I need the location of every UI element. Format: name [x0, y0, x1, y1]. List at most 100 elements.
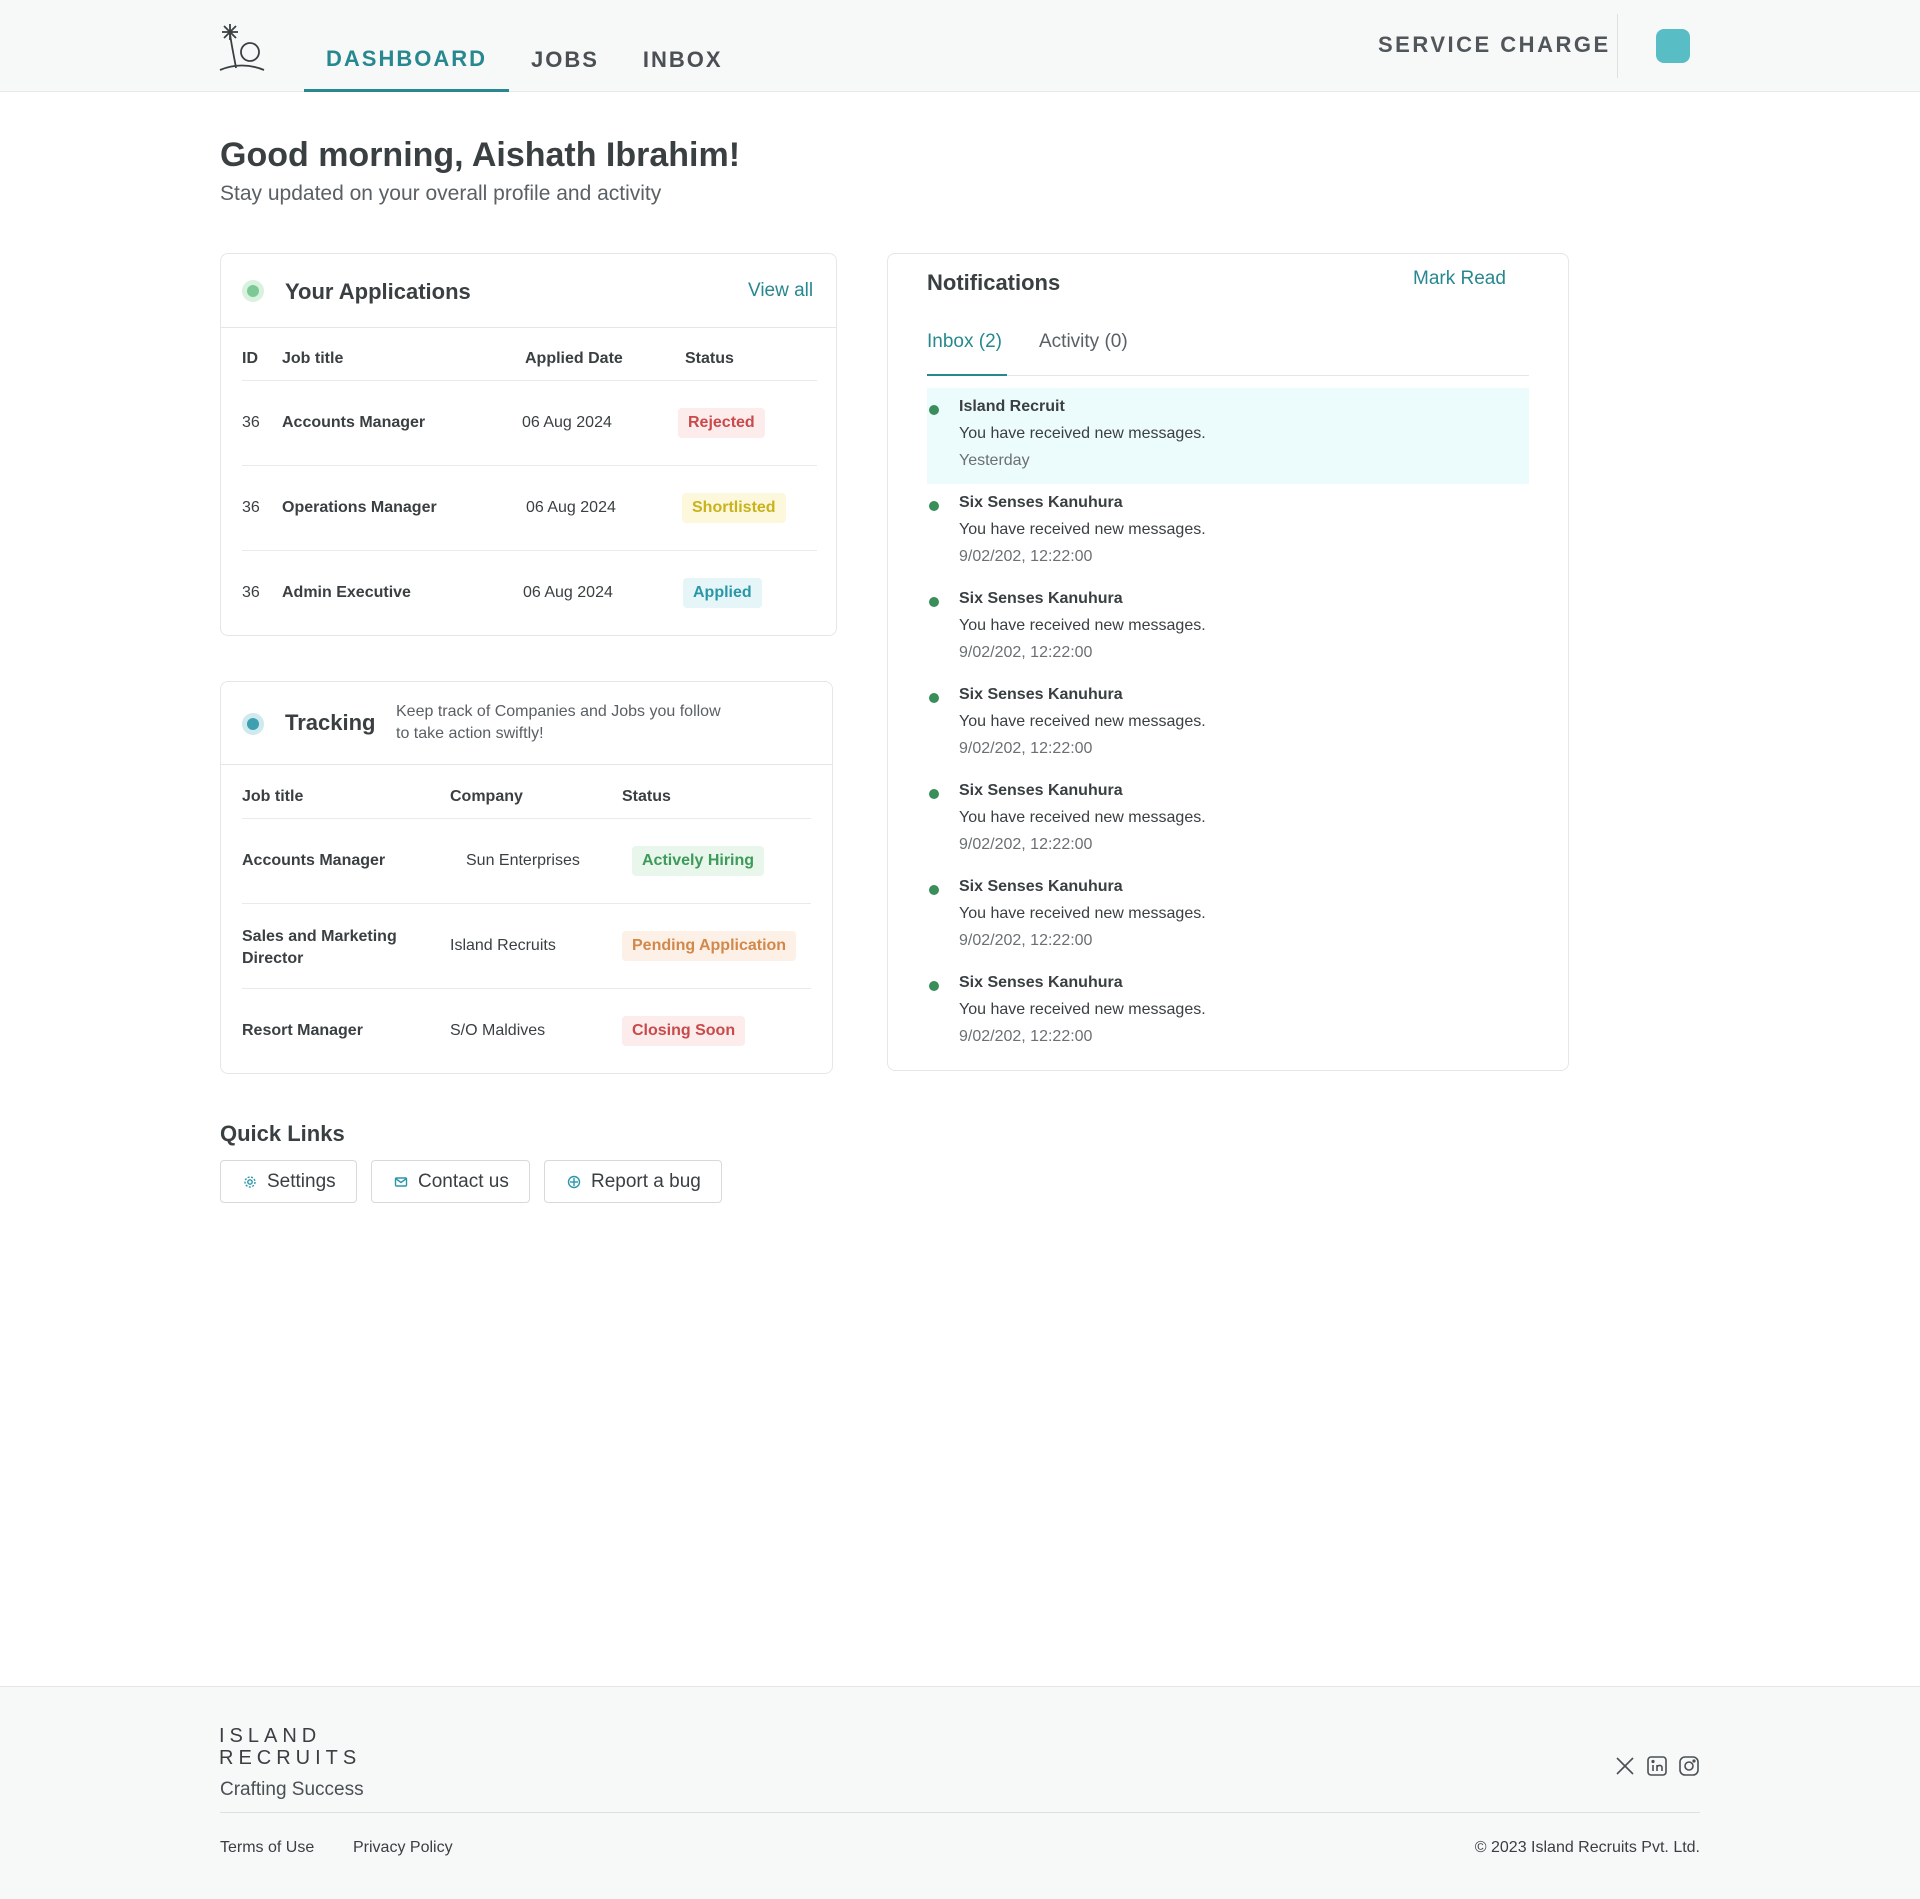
contact-us-button[interactable]: Contact us	[371, 1160, 530, 1203]
brand-line-2: RECRUITS	[219, 1747, 362, 1769]
tracking-description: Keep track of Companies and Jobs you fol…	[396, 701, 756, 745]
footer-tagline: Crafting Success	[220, 1779, 364, 1800]
track-row-3-job[interactable]: Resort Manager	[242, 1022, 363, 1040]
notification-sender: Six Senses Kanuhura	[959, 974, 1123, 991]
avatar[interactable]	[1656, 29, 1690, 63]
track-row-1-company[interactable]: Sun Enterprises	[466, 852, 580, 870]
track-row-1-job[interactable]: Accounts Manager	[242, 852, 385, 870]
applications-title: Your Applications	[285, 279, 471, 304]
tracking-title: Tracking	[285, 710, 376, 735]
nav-inbox[interactable]: INBOX	[621, 0, 745, 92]
unread-dot-icon	[929, 885, 939, 895]
app-row-2-job[interactable]: Operations Manager	[282, 499, 437, 517]
terms-of-use-link[interactable]: Terms of Use	[220, 1839, 314, 1857]
applications-status-dot-icon	[242, 280, 264, 302]
track-row-2-job-line-2: Director	[242, 950, 304, 967]
notification-sender: Six Senses Kanuhura	[959, 782, 1123, 799]
notification-time: 9/02/202, 12:22:00	[959, 1028, 1093, 1045]
unread-dot-icon	[929, 405, 939, 415]
header-divider	[1617, 14, 1618, 78]
unread-dot-icon	[929, 501, 939, 511]
notification-item[interactable]: Island Recruit You have received new mes…	[927, 388, 1529, 484]
row-divider	[242, 903, 811, 904]
notification-message: You have received new messages.	[959, 1001, 1206, 1018]
settings-button[interactable]: Settings	[220, 1160, 357, 1203]
nav-dashboard[interactable]: DASHBOARD	[304, 0, 509, 92]
unread-dot-icon	[929, 981, 939, 991]
settings-label: Settings	[267, 1170, 336, 1192]
header-divider	[242, 380, 817, 381]
notification-item[interactable]: Six Senses Kanuhura You have received ne…	[927, 868, 1529, 964]
notification-time: 9/02/202, 12:22:00	[959, 644, 1093, 661]
status-badge: Closing Soon	[622, 1016, 746, 1046]
unread-dot-icon	[929, 597, 939, 607]
notification-message: You have received new messages.	[959, 905, 1206, 922]
palm-sun-logo-icon[interactable]	[218, 20, 266, 72]
status-badge: Shortlisted	[682, 493, 786, 523]
status-badge: Rejected	[678, 408, 765, 438]
view-all-link[interactable]: View all	[748, 280, 813, 302]
footer: ISLAND RECRUITS Crafting Success Terms o…	[0, 1686, 1920, 1899]
tracking-card: Tracking Keep track of Companies and Job…	[220, 681, 833, 1074]
status-badge: Applied	[683, 578, 762, 608]
nav-jobs[interactable]: JOBS	[509, 0, 621, 92]
notification-message: You have received new messages.	[959, 713, 1206, 730]
notifications-card: Notifications Mark Read Inbox (2) Activi…	[887, 253, 1569, 1071]
col-header-company: Company	[450, 788, 523, 805]
applications-card-header: Your Applications View all	[221, 254, 836, 328]
col-header-status: Status	[685, 350, 734, 367]
col-header-applied-date: Applied Date	[525, 350, 623, 367]
notification-time: 9/02/202, 12:22:00	[959, 740, 1093, 757]
app-row-3-job[interactable]: Admin Executive	[282, 584, 411, 602]
notification-item[interactable]: Six Senses Kanuhura You have received ne…	[927, 772, 1529, 868]
col-header-status: Status	[622, 788, 671, 805]
applications-card: Your Applications View all ID Job title …	[220, 253, 837, 636]
track-row-3-company[interactable]: S/O Maldives	[450, 1022, 545, 1040]
report-bug-button[interactable]: Report a bug	[544, 1160, 722, 1203]
status-badge: Pending Application	[622, 931, 797, 961]
x-icon[interactable]	[1614, 1755, 1636, 1777]
app-row-2-id: 36	[242, 499, 260, 516]
unread-dot-icon	[929, 789, 939, 799]
notification-item[interactable]: Six Senses Kanuhura You have received ne…	[927, 484, 1529, 580]
track-row-2-job[interactable]: Sales and Marketing Director	[242, 926, 397, 970]
notification-sender: Six Senses Kanuhura	[959, 878, 1123, 895]
notification-time: 9/02/202, 12:22:00	[959, 932, 1093, 949]
notification-item[interactable]: Six Senses Kanuhura You have received ne…	[927, 676, 1529, 772]
notification-message: You have received new messages.	[959, 809, 1206, 826]
tab-inbox[interactable]: Inbox (2)	[927, 331, 1002, 353]
row-divider	[242, 550, 817, 551]
tab-activity[interactable]: Activity (0)	[1039, 331, 1128, 353]
notification-sender: Six Senses Kanuhura	[959, 590, 1123, 607]
col-header-id: ID	[242, 350, 258, 367]
instagram-icon[interactable]	[1678, 1755, 1700, 1777]
notification-sender: Island Recruit	[959, 398, 1065, 415]
mail-icon	[394, 1175, 408, 1189]
track-row-2-company[interactable]: Island Recruits	[450, 937, 556, 955]
service-charge-link[interactable]: SERVICE CHARGE	[1378, 32, 1611, 58]
tracking-description-line-1: Keep track of Companies and Jobs you fol…	[396, 703, 721, 720]
row-divider	[242, 465, 817, 466]
app-row-1-id: 36	[242, 414, 260, 431]
col-header-job-title: Job title	[242, 788, 304, 805]
notification-item[interactable]: Six Senses Kanuhura You have received ne…	[927, 580, 1529, 676]
track-row-2-job-line-1: Sales and Marketing	[242, 928, 397, 945]
privacy-policy-link[interactable]: Privacy Policy	[353, 1839, 453, 1857]
app-row-1-job[interactable]: Accounts Manager	[282, 414, 425, 432]
app-row-3-id: 36	[242, 584, 260, 601]
header-divider	[242, 818, 811, 819]
notification-time: 9/02/202, 12:22:00	[959, 836, 1093, 853]
mark-read-link[interactable]: Mark Read	[1413, 268, 1506, 290]
linkedin-icon[interactable]	[1646, 1755, 1668, 1777]
notification-message: You have received new messages.	[959, 521, 1206, 538]
notification-time: 9/02/202, 12:22:00	[959, 548, 1093, 565]
notification-item[interactable]: Six Senses Kanuhura You have received ne…	[927, 964, 1529, 1060]
tracking-description-line-2: to take action swiftly!	[396, 725, 544, 742]
report-bug-label: Report a bug	[591, 1170, 701, 1192]
footer-brand-logo[interactable]: ISLAND RECRUITS	[219, 1725, 361, 1769]
contact-us-label: Contact us	[418, 1170, 509, 1192]
active-tab-indicator	[927, 374, 1007, 376]
brand-line-1: ISLAND	[219, 1725, 322, 1747]
notification-sender: Six Senses Kanuhura	[959, 494, 1123, 511]
page-subtitle: Stay updated on your overall profile and…	[220, 182, 662, 205]
